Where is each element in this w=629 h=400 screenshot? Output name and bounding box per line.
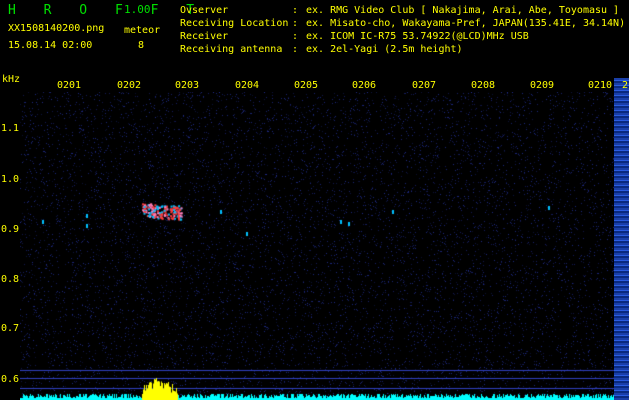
time-tick: 0205	[294, 80, 319, 91]
freq-tick: 0.9	[1, 224, 20, 235]
info-receiver: Receiver: ex. ICOM IC-R75 53.74922(@LCD)M…	[180, 30, 625, 43]
info-value: ex. RMG Video Club [ Nakajima, Arai, Abe…	[306, 5, 620, 16]
info-value: ex. Misato-cho, Wakayama-Pref, JAPAN(135…	[306, 18, 626, 29]
time-axis: 0201 0202 0203 0204 0205 0206 0207 0208 …	[0, 80, 629, 94]
info-location: Receiving Location: ex. Misato-cho, Wakay…	[180, 17, 625, 30]
app-version: 1.00	[124, 3, 151, 16]
time-tick: 2	[622, 80, 629, 91]
freq-tick: 1.1	[1, 123, 20, 134]
time-tick: 0207	[412, 80, 437, 91]
time-tick: 0208	[471, 80, 496, 91]
info-value: ex. ICOM IC-R75 53.74922(@LCD)MHz USB	[306, 31, 529, 42]
freq-tick: 1.0	[1, 174, 20, 185]
freq-tick: 0.7	[1, 323, 20, 334]
time-tick: 0202	[117, 80, 142, 91]
info-label: Receiver	[180, 31, 229, 42]
spectrogram	[20, 92, 614, 400]
station-info: Ovserver: ex. RMG Video Club [ Nakajima, …	[180, 4, 625, 56]
app-logo: H R O F F T	[8, 3, 205, 18]
info-observer: Ovserver: ex. RMG Video Club [ Nakajima, …	[180, 4, 625, 17]
info-value: ex. 2el-Yagi (2.5m height)	[306, 44, 463, 55]
time-tick: 0203	[175, 80, 200, 91]
time-tick: 0210	[588, 80, 613, 91]
info-separator: :	[292, 44, 299, 55]
info-antenna: Receiving antenna: ex. 2el-Yagi (2.5m hei…	[180, 43, 625, 56]
meteor-label: meteor	[124, 25, 161, 36]
time-tick: 0209	[530, 80, 555, 91]
info-label: Receiving Location	[180, 18, 289, 29]
info-separator: :	[292, 5, 299, 16]
time-tick: 0206	[352, 80, 377, 91]
freq-tick: 0.6	[1, 374, 20, 385]
info-separator: :	[292, 18, 299, 29]
file-name: XX1508140200.png	[8, 23, 105, 34]
timestamp: 15.08.14 02:00	[8, 40, 93, 51]
right-edge-bar	[614, 78, 629, 400]
time-tick: 0204	[235, 80, 260, 91]
freq-tick: 0.8	[1, 274, 20, 285]
meteor-count: 8	[138, 40, 145, 51]
info-label: Ovserver	[180, 5, 229, 16]
header: H R O F F T 1.00 XX1508140200.png meteor…	[0, 0, 629, 78]
time-tick: 0201	[57, 80, 82, 91]
info-label: Receiving antenna	[180, 44, 283, 55]
info-separator: :	[292, 31, 299, 42]
